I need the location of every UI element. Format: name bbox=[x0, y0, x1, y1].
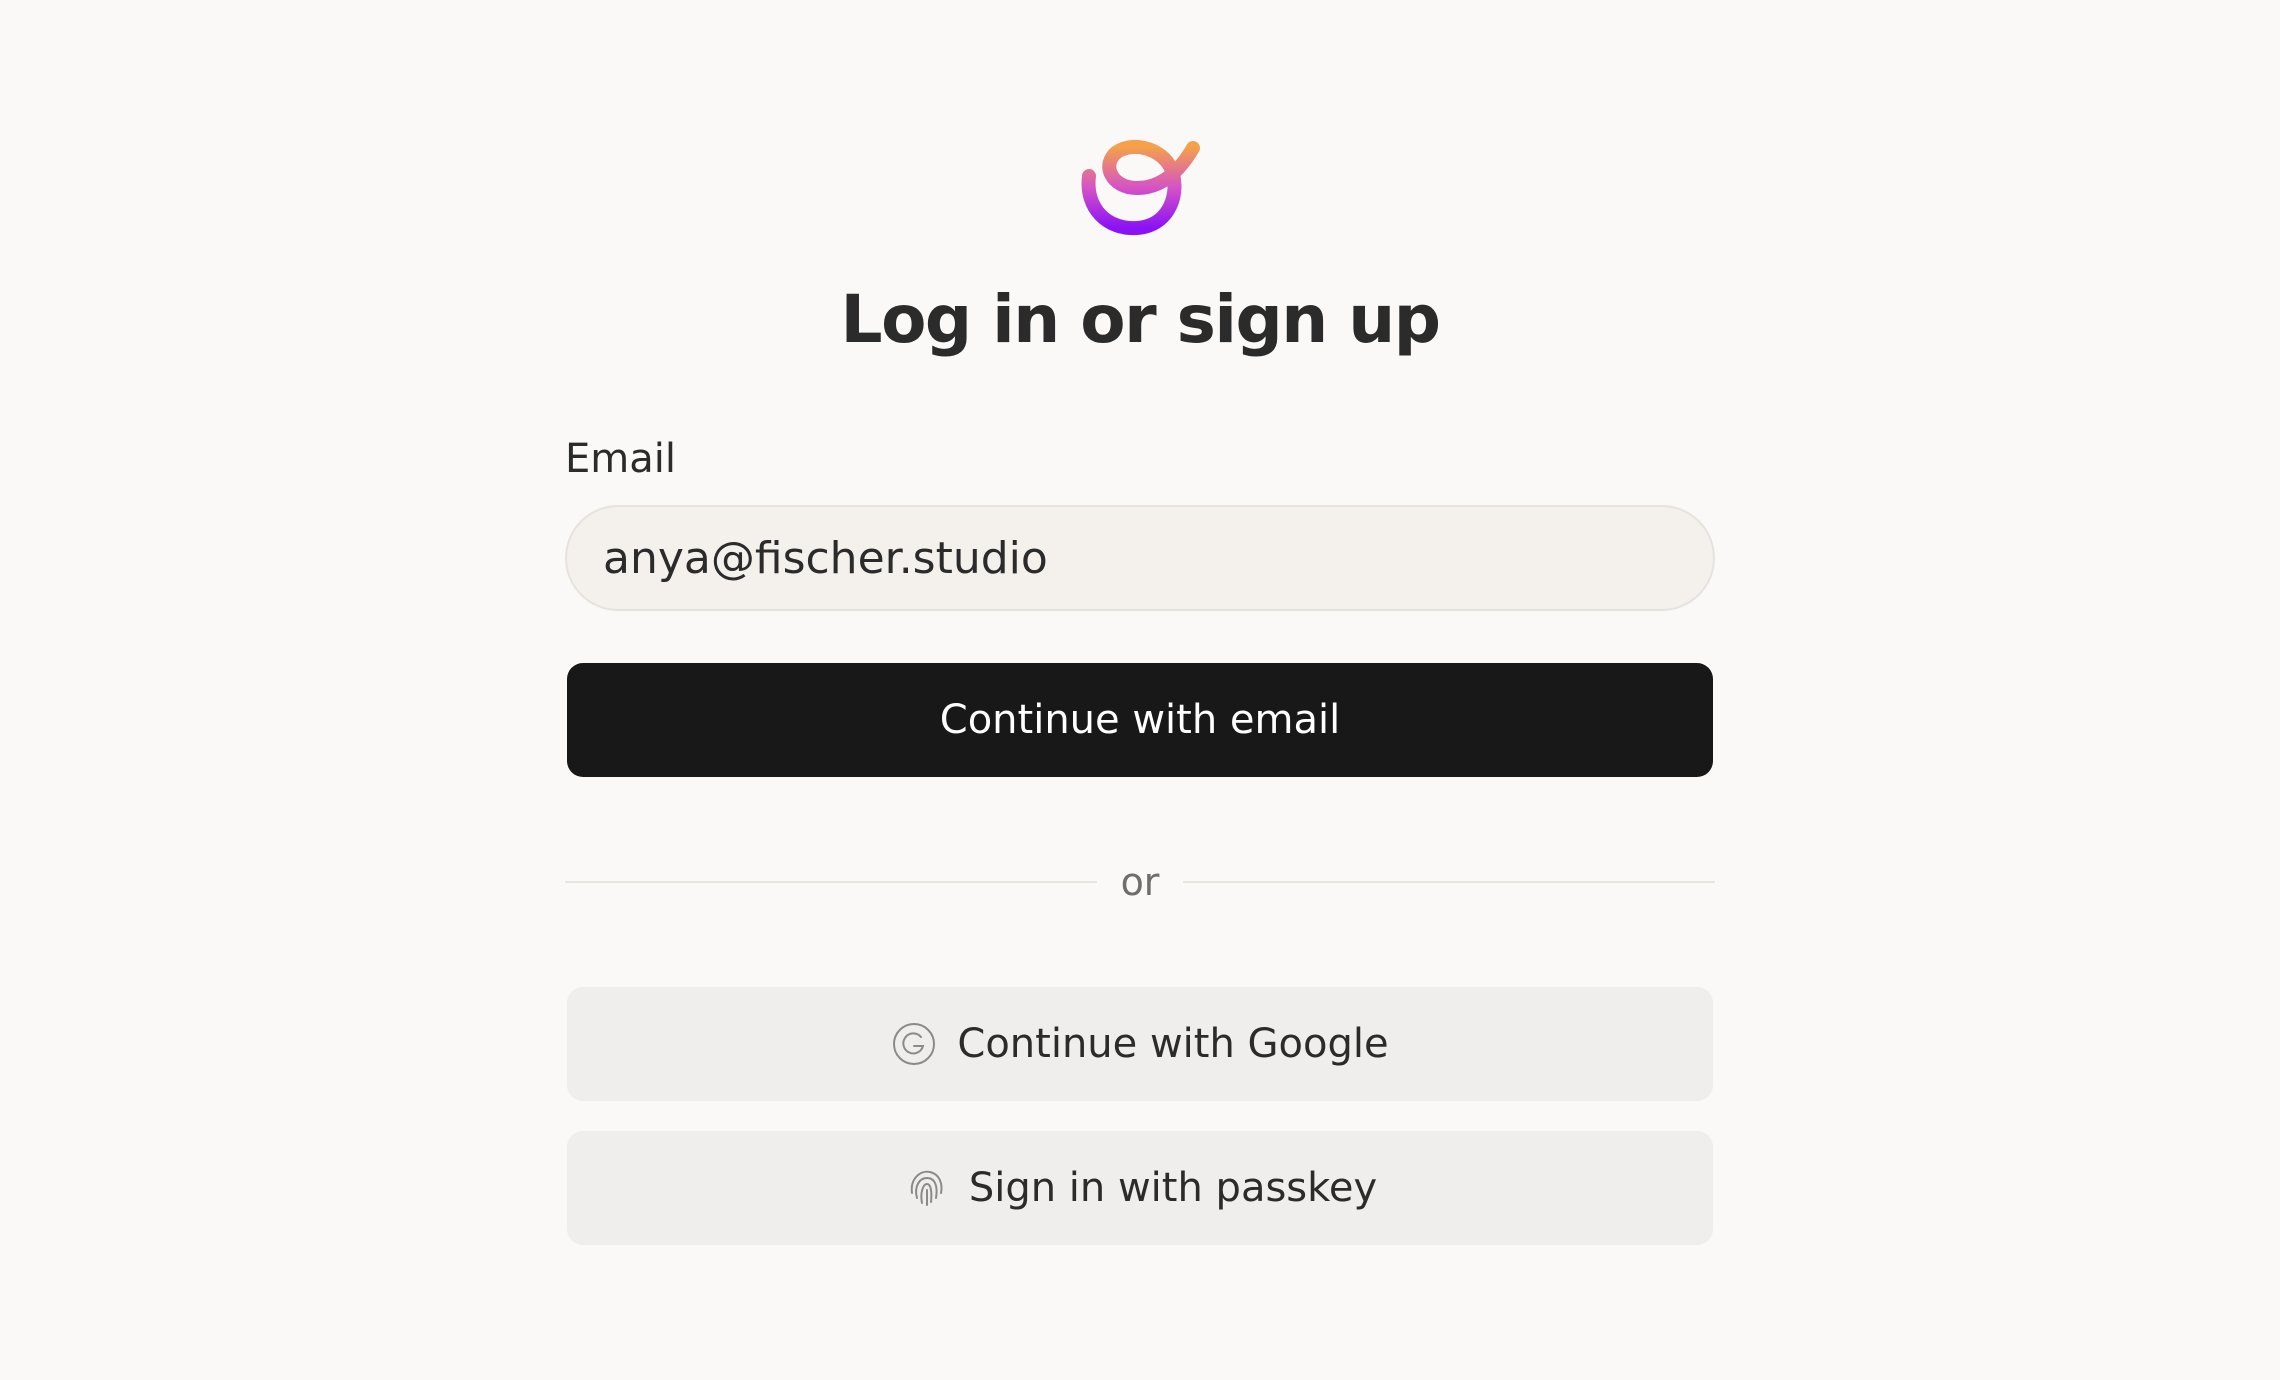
email-label: Email bbox=[565, 436, 676, 482]
sign-in-with-passkey-button[interactable]: Sign in with passkey bbox=[567, 1131, 1713, 1245]
divider-or-text: or bbox=[1120, 860, 1160, 904]
swirl-logo-icon bbox=[1081, 140, 1200, 236]
continue-with-google-label: Continue with Google bbox=[957, 1021, 1389, 1067]
google-g-icon bbox=[891, 1021, 937, 1067]
continue-with-email-label: Continue with email bbox=[939, 697, 1341, 743]
divider-line-left bbox=[565, 881, 1097, 883]
email-field[interactable] bbox=[565, 505, 1715, 611]
fingerprint-icon bbox=[903, 1165, 949, 1211]
sign-in-with-passkey-label: Sign in with passkey bbox=[968, 1165, 1378, 1211]
login-page: Log in or sign up Email Continue with em… bbox=[0, 0, 2280, 1380]
continue-with-google-button[interactable]: Continue with Google bbox=[567, 987, 1713, 1101]
page-title: Log in or sign up bbox=[840, 281, 1441, 358]
divider-line-right bbox=[1183, 881, 1715, 883]
continue-with-email-button[interactable]: Continue with email bbox=[567, 663, 1713, 777]
